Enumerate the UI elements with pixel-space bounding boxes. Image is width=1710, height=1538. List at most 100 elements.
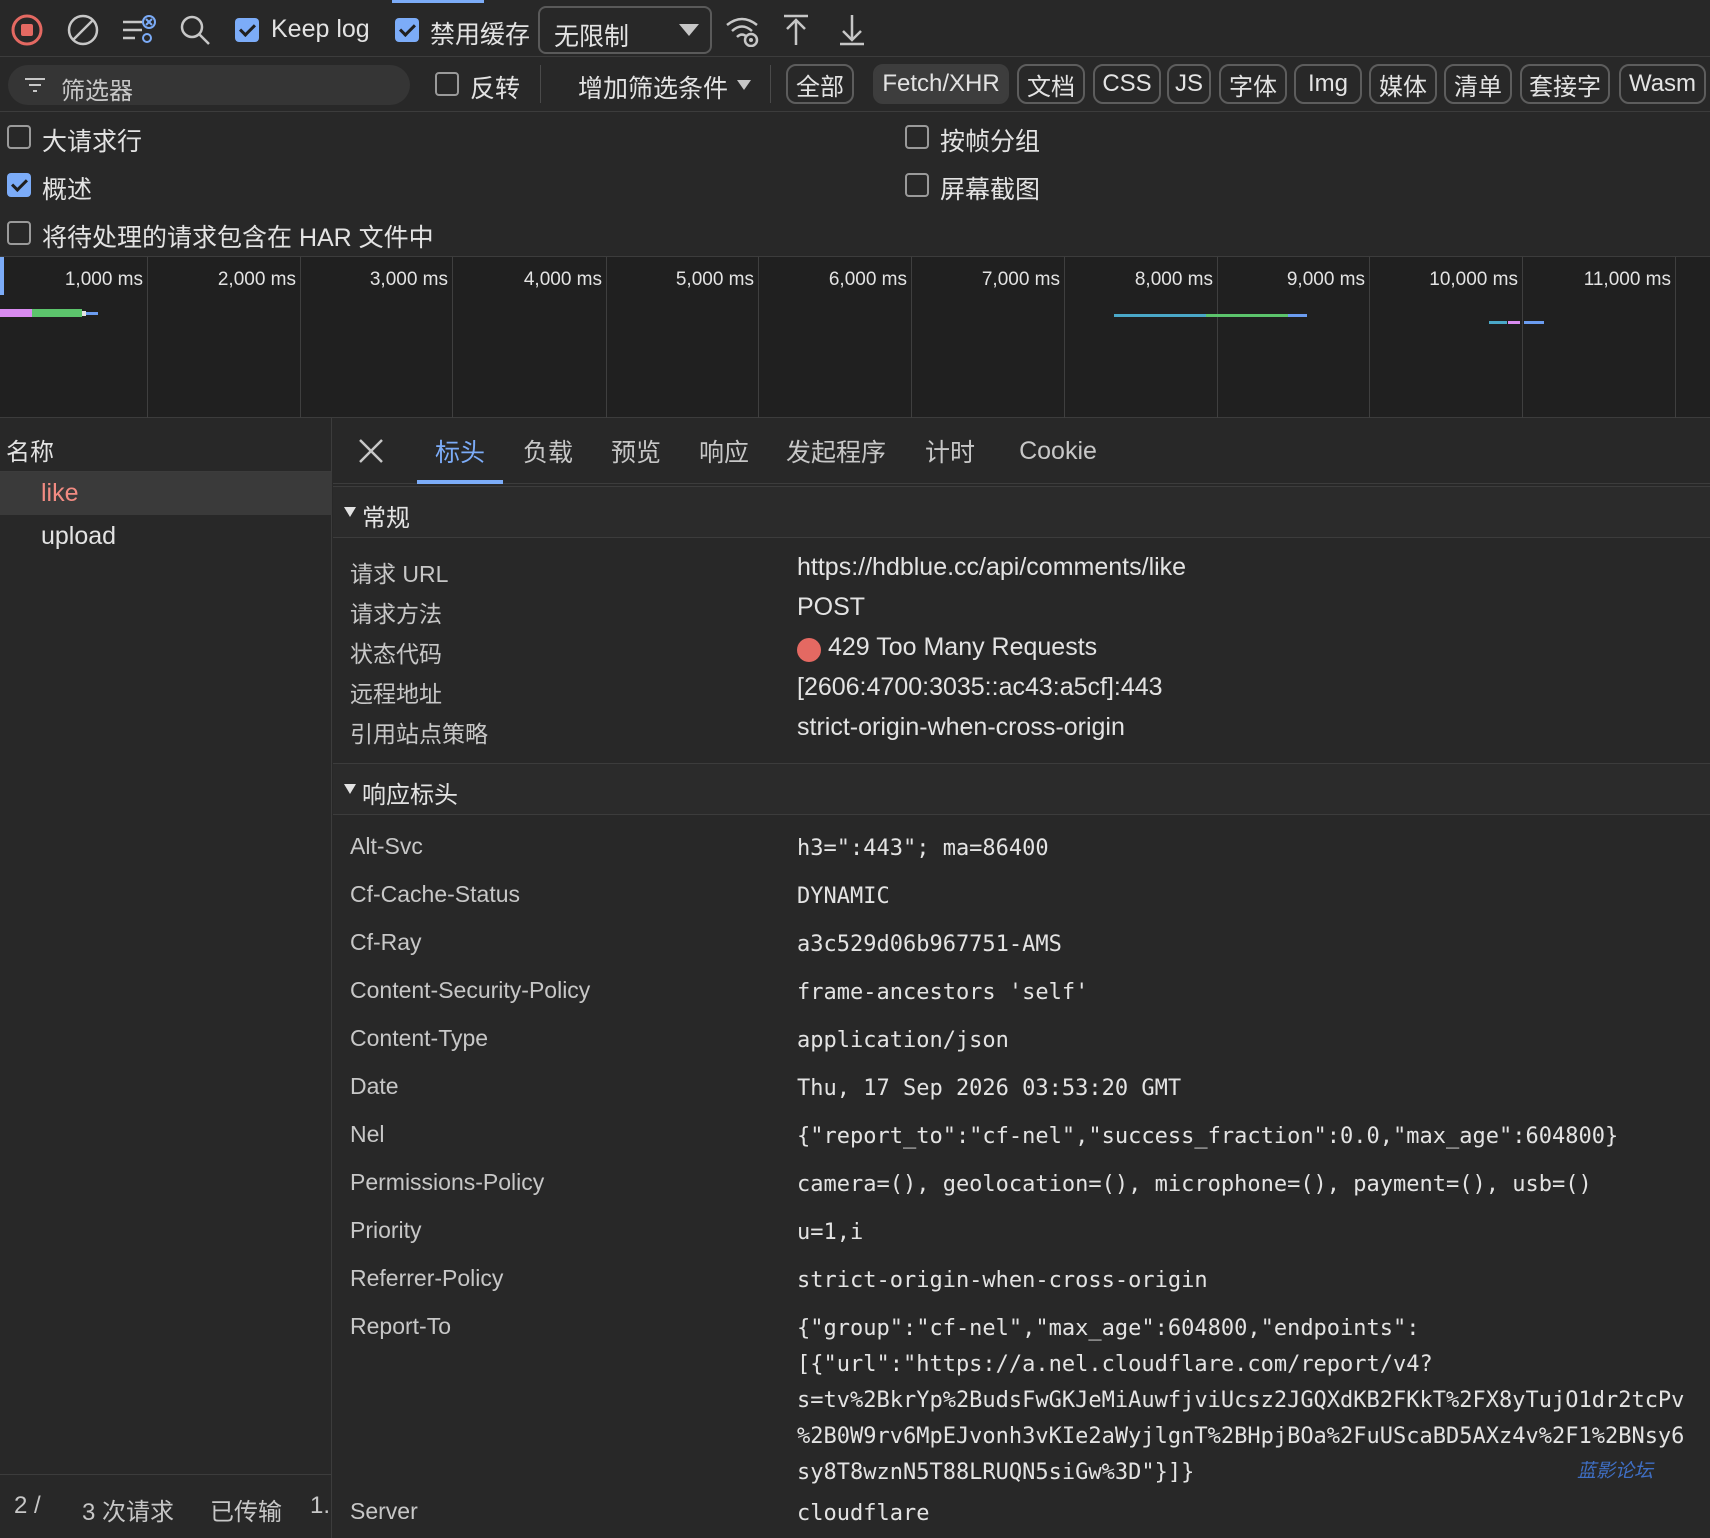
record-stop-icon[interactable] [7, 10, 47, 50]
header-key: Content-Type [350, 1025, 489, 1051]
tick-line [300, 257, 301, 418]
header-value-line: [{"url":"https://a.nel.cloudflare.com/re… [797, 1352, 1433, 1377]
status-error-icon [797, 638, 821, 662]
section-title: 常规 [362, 505, 410, 532]
request-row-like[interactable]: like [0, 472, 332, 515]
header-key: Priority [350, 1217, 422, 1243]
overview-label: 概述 [42, 176, 93, 204]
header-key: Permissions-Policy [350, 1169, 545, 1195]
watermark: 蓝影论坛 [1577, 1460, 1654, 1482]
filter-icon [24, 77, 46, 93]
type-filter-img[interactable]: Img [1294, 64, 1362, 104]
filter-placeholder: 筛选器 [61, 78, 133, 105]
type-filter-wasm[interactable]: Wasm [1619, 64, 1706, 104]
tick-line [606, 257, 607, 418]
tab-preview[interactable]: 预览 [593, 418, 679, 484]
header-key: Server [350, 1498, 418, 1524]
include-pending-har-label: 将待处理的请求包含在 HAR 文件中 [42, 224, 434, 252]
tick-line [147, 257, 148, 418]
tab-response[interactable]: 响应 [681, 418, 767, 484]
big-rows-checkbox[interactable] [7, 125, 31, 149]
type-filter-js[interactable]: JS [1167, 64, 1211, 104]
type-filter-socket[interactable]: 套接字 [1520, 64, 1610, 104]
disable-cache-checkbox[interactable] [395, 18, 419, 42]
tab-cookies[interactable]: Cookie [997, 418, 1119, 484]
type-filter-media[interactable]: 媒体 [1369, 64, 1437, 104]
status-bar: 2 / 3 次请求 已传输 1. [0, 1474, 332, 1538]
header-value: Thu, 17 Sep 2026 03:53:20 GMT [797, 1076, 1182, 1101]
invert-checkbox[interactable] [435, 72, 459, 96]
group-by-frame-checkbox[interactable] [905, 125, 929, 149]
overview-request-bar [0, 309, 32, 317]
type-filter-fetch-xhr[interactable]: Fetch/XHR [873, 64, 1009, 104]
column-header[interactable]: 名称 [0, 418, 332, 472]
header-value-line: %2B0W9rv6MpEJvonh3vKIe2aWyjlgnT%2BHpjBOa… [797, 1424, 1685, 1449]
timeline-overview[interactable]: 1,000 ms 2,000 ms 3,000 ms 4,000 ms 5,00… [0, 257, 1710, 418]
header-key: Cf-Ray [350, 929, 422, 955]
overview-request-bar [1508, 321, 1520, 324]
request-detail-pane: 标头 负载 预览 响应 发起程序 计时 Cookie 常规 请求 URL htt… [333, 418, 1710, 1538]
tab-initiator[interactable]: 发起程序 [769, 418, 903, 484]
header-value: application/json [797, 1028, 1009, 1053]
filter-settings-icon[interactable] [119, 10, 159, 50]
header-key: 状态代码 [350, 641, 442, 667]
request-row-upload[interactable]: upload [0, 515, 332, 558]
network-conditions-icon[interactable] [722, 10, 762, 50]
name-column-header: 名称 [6, 439, 54, 466]
keep-log-checkbox[interactable] [235, 18, 259, 42]
throttling-select[interactable]: 无限制 [538, 6, 712, 54]
request-method-value: POST [797, 593, 866, 621]
type-filter-doc[interactable]: 文档 [1017, 64, 1085, 104]
more-filters-button[interactable]: 增加筛选条件 [578, 69, 728, 105]
header-key: Alt-Svc [350, 833, 423, 859]
header-key: Referrer-Policy [350, 1265, 504, 1291]
tick-label: 5,000 ms [675, 269, 754, 290]
tick-line [758, 257, 759, 418]
tick-line [1064, 257, 1065, 418]
section-general-header[interactable]: 常规 [333, 486, 1710, 538]
type-filter-font[interactable]: 字体 [1219, 64, 1287, 104]
header-key: 请求方法 [350, 601, 442, 627]
group-by-frame-label: 按帧分组 [940, 128, 1041, 156]
type-filter-all[interactable]: 全部 [786, 64, 854, 104]
header-key: Date [350, 1073, 399, 1099]
tick-label: 6,000 ms [828, 269, 907, 290]
overview-checkbox[interactable] [7, 173, 31, 197]
clear-icon[interactable] [63, 10, 103, 50]
search-icon[interactable] [175, 10, 215, 50]
referrer-policy-value: strict-origin-when-cross-origin [797, 713, 1125, 741]
tick-label: 4,000 ms [523, 269, 602, 290]
tab-payload[interactable]: 负载 [505, 418, 591, 484]
tick-label: 3,000 ms [369, 269, 448, 290]
import-har-icon[interactable] [776, 10, 816, 50]
include-pending-har-checkbox[interactable] [7, 221, 31, 245]
disable-cache-label: 禁用缓存 [430, 21, 531, 49]
keep-log-label: Keep log [271, 15, 370, 43]
close-icon[interactable] [358, 438, 384, 464]
header-value: h3=":443"; ma=86400 [797, 836, 1049, 861]
header-key: 请求 URL [350, 561, 449, 587]
type-filter-css[interactable]: CSS [1093, 64, 1161, 104]
divider [770, 65, 771, 103]
overview-request-bar [1288, 314, 1307, 317]
type-filter-manifest[interactable]: 清单 [1444, 64, 1512, 104]
export-har-icon[interactable] [832, 10, 872, 50]
filter-input[interactable]: 筛选器 [8, 65, 410, 105]
header-key: Report-To [350, 1313, 451, 1339]
header-value: {"report_to":"cf-nel","success_fraction"… [797, 1124, 1619, 1149]
tab-timing[interactable]: 计时 [907, 418, 993, 484]
chevron-down-icon [678, 22, 700, 38]
tab-headers[interactable]: 标头 [417, 418, 503, 484]
invert-label: 反转 [470, 75, 521, 103]
screenshots-checkbox[interactable] [905, 173, 929, 197]
header-key: 引用站点策略 [350, 721, 488, 747]
overview-request-bar [1524, 321, 1544, 324]
overview-request-bar [86, 312, 98, 315]
tick-label: 9,000 ms [1286, 269, 1365, 290]
status-code-value: 429 Too Many Requests [828, 633, 1098, 661]
screenshots-label: 屏幕截图 [940, 176, 1041, 204]
filtered-count: 2 / [14, 1492, 41, 1519]
overview-window-handle[interactable] [0, 257, 4, 295]
network-settings: 大请求行 概述 将待处理的请求包含在 HAR 文件中 按帧分组 屏幕截图 [0, 112, 1710, 257]
section-response-headers-header[interactable]: 响应标头 [333, 763, 1710, 815]
